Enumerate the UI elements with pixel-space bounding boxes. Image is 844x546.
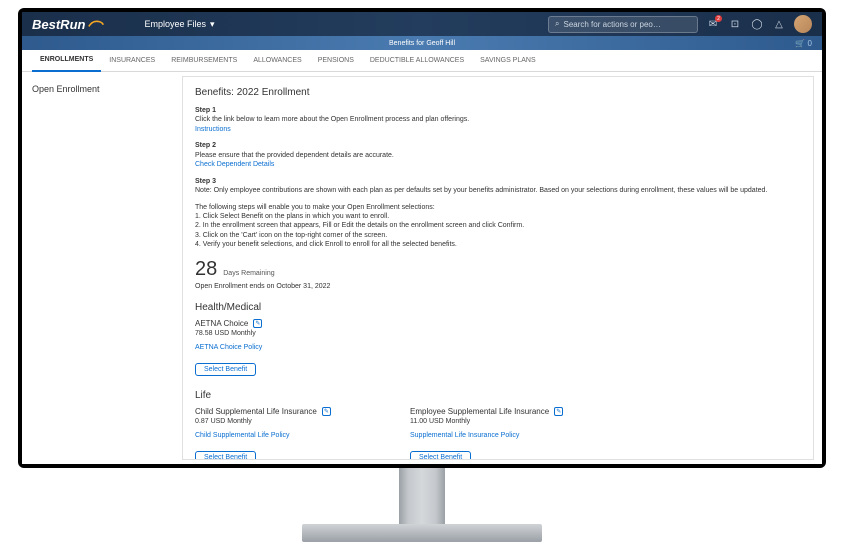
instructions-link[interactable]: Instructions [195,125,801,134]
instructions-intro: The following steps will enable you to m… [195,203,801,212]
benefits-banner: Benefits for Geoff Hill 🛒 0 [22,36,822,50]
search-icon: ⌕ [555,19,559,29]
tab-reimbursements[interactable]: REIMBURSEMENTS [163,50,245,72]
child-life-policy-link[interactable]: Child Supplemental Life Policy [195,431,315,440]
step2-text: Please ensure that the provided dependen… [195,151,801,160]
instructions-l4: 4. Verify your benefit selections, and c… [195,240,801,249]
notif-badge: 2 [715,15,722,22]
select-benefit-health-button[interactable]: Select Benefit [195,363,256,376]
sidebar-title: Open Enrollment [32,84,172,94]
instructions-l3: 3. Click on the 'Cart' icon on the top-r… [195,231,801,240]
search-placeholder: Search for actions or peo… [563,20,660,29]
check-dependents-link[interactable]: Check Dependent Details [195,160,801,169]
health-plan-cost: 78.58 USD Monthly [195,330,801,337]
tab-savings-plans[interactable]: SAVINGS PLANS [472,50,544,72]
edit-icon[interactable]: ✎ [554,407,563,416]
health-section-title: Health/Medical [195,302,801,313]
employee-files-menu[interactable]: Employee Files ▾ [144,19,214,30]
tab-allowances[interactable]: ALLOWANCES [245,50,309,72]
global-search-input[interactable]: ⌕ Search for actions or peo… [548,16,698,33]
life-section-title: Life [195,390,801,401]
benefits-banner-text: Benefits for Geoff Hill [389,40,455,47]
employee-files-label: Employee Files [144,19,206,29]
monitor-stand [302,468,542,542]
sidebar: Open Enrollment [22,72,182,464]
emp-life-cost: 11.00 USD Monthly [410,418,625,425]
user-avatar[interactable] [794,15,812,33]
bell-icon[interactable]: △ [772,17,786,31]
notifications-icon[interactable]: ✉2 [706,17,720,31]
help-icon[interactable]: ◯ [750,17,764,31]
main-panel: Benefits: 2022 Enrollment Step 1 Click t… [182,76,814,460]
days-remaining-number: 28 [195,258,217,281]
logo-text: BestRun [32,17,85,32]
health-policy-link[interactable]: AETNA Choice Policy [195,343,315,352]
enrollment-end-text: Open Enrollment ends on October 31, 2022 [195,283,801,290]
logo-swoosh-icon [88,18,104,30]
instructions-l2: 2. In the enrollment screen that appears… [195,221,801,230]
logo: BestRun [32,17,104,32]
step1-text: Click the link below to learn more about… [195,115,801,124]
select-benefit-child-life-button[interactable]: Select Benefit [195,451,256,460]
chevron-down-icon: ▾ [210,19,215,30]
step3-text: Note: Only employee contributions are sh… [195,186,801,195]
cart-icon[interactable]: 🛒 0 [795,39,812,48]
child-life-name: Child Supplemental Life Insurance [195,407,317,416]
emp-life-name: Employee Supplemental Life Insurance [410,407,549,416]
tab-deductible-allowances[interactable]: DEDUCTIBLE ALLOWANCES [362,50,472,72]
edit-icon[interactable]: ✎ [253,319,262,328]
tab-pensions[interactable]: PENSIONS [310,50,362,72]
emp-life-policy-link[interactable]: Supplemental Life Insurance Policy [410,431,530,440]
chat-icon[interactable]: ⊡ [728,17,742,31]
tabs-bar: ENROLLMENTS INSURANCES REIMBURSEMENTS AL… [22,50,822,72]
days-remaining-label: Days Remaining [223,270,274,277]
tab-insurances[interactable]: INSURANCES [101,50,163,72]
instructions-l1: 1. Click Select Benefit on the plans in … [195,212,801,221]
step2-title: Step 2 [195,141,801,150]
select-benefit-emp-life-button[interactable]: Select Benefit [410,451,471,460]
top-bar: BestRun Employee Files ▾ ⌕ Search for ac… [22,12,822,36]
edit-icon[interactable]: ✎ [322,407,331,416]
health-plan-name: AETNA Choice [195,319,248,328]
child-life-cost: 0.87 USD Monthly [195,418,410,425]
step1-title: Step 1 [195,106,801,115]
step3-title: Step 3 [195,177,801,186]
tab-enrollments[interactable]: ENROLLMENTS [32,50,101,72]
page-title: Benefits: 2022 Enrollment [195,87,801,98]
